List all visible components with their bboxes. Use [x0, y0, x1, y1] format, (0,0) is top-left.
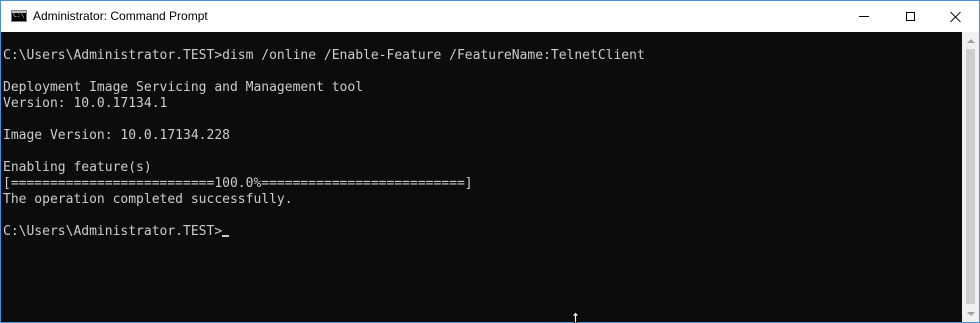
console-line-blank: [3, 112, 645, 128]
console-line-image-version: Image Version: 10.0.17134.228: [3, 128, 230, 143]
console-output[interactable]: C:\Users\Administrator.TEST>dism /online…: [1, 32, 962, 322]
text-cursor: [222, 235, 230, 237]
cmd-icon[interactable]: C:\: [11, 10, 27, 22]
window-title: Administrator: Command Prompt: [33, 9, 208, 23]
scroll-thumb[interactable]: [966, 49, 975, 304]
command-prompt-window: C:\ Administrator: Command Prompt C:\Use…: [0, 0, 980, 323]
scroll-up-button[interactable]: [962, 32, 979, 49]
console-text: C:\Users\Administrator.TEST>dism /online…: [3, 48, 645, 240]
console-line-version: Version: 10.0.17134.1: [3, 96, 168, 111]
scroll-down-arrow-icon: [966, 311, 975, 316]
title-bar[interactable]: C:\ Administrator: Command Prompt: [1, 1, 979, 32]
minimize-icon: [859, 16, 869, 17]
console-line-tool-name: Deployment Image Servicing and Managemen…: [3, 80, 364, 95]
scroll-up-arrow-icon: [966, 38, 975, 43]
maximize-button[interactable]: [887, 1, 933, 32]
vertical-scrollbar[interactable]: [962, 32, 979, 322]
cmd-icon-glyph: C:\: [13, 11, 25, 19]
close-icon: [950, 11, 962, 23]
maximize-icon: [905, 12, 915, 21]
console-line-prompt: C:\Users\Administrator.TEST>: [3, 224, 645, 240]
minimize-button[interactable]: [841, 1, 887, 32]
scroll-down-button[interactable]: [962, 305, 979, 322]
mouse-pointer-icon: [571, 312, 580, 323]
console-line-blank: [3, 144, 645, 160]
console-line-enabling: Enabling feature(s): [3, 160, 152, 175]
console-line-success: The operation completed successfully.: [3, 192, 293, 207]
prompt-text: C:\Users\Administrator.TEST>: [3, 224, 223, 239]
console-line-command: C:\Users\Administrator.TEST>dism /online…: [3, 48, 645, 63]
console-line-blank: [3, 208, 645, 224]
console-line-progress-bar: [==========================100.0%=======…: [3, 176, 473, 191]
console-line-blank: [3, 64, 645, 80]
close-button[interactable]: [933, 1, 979, 32]
